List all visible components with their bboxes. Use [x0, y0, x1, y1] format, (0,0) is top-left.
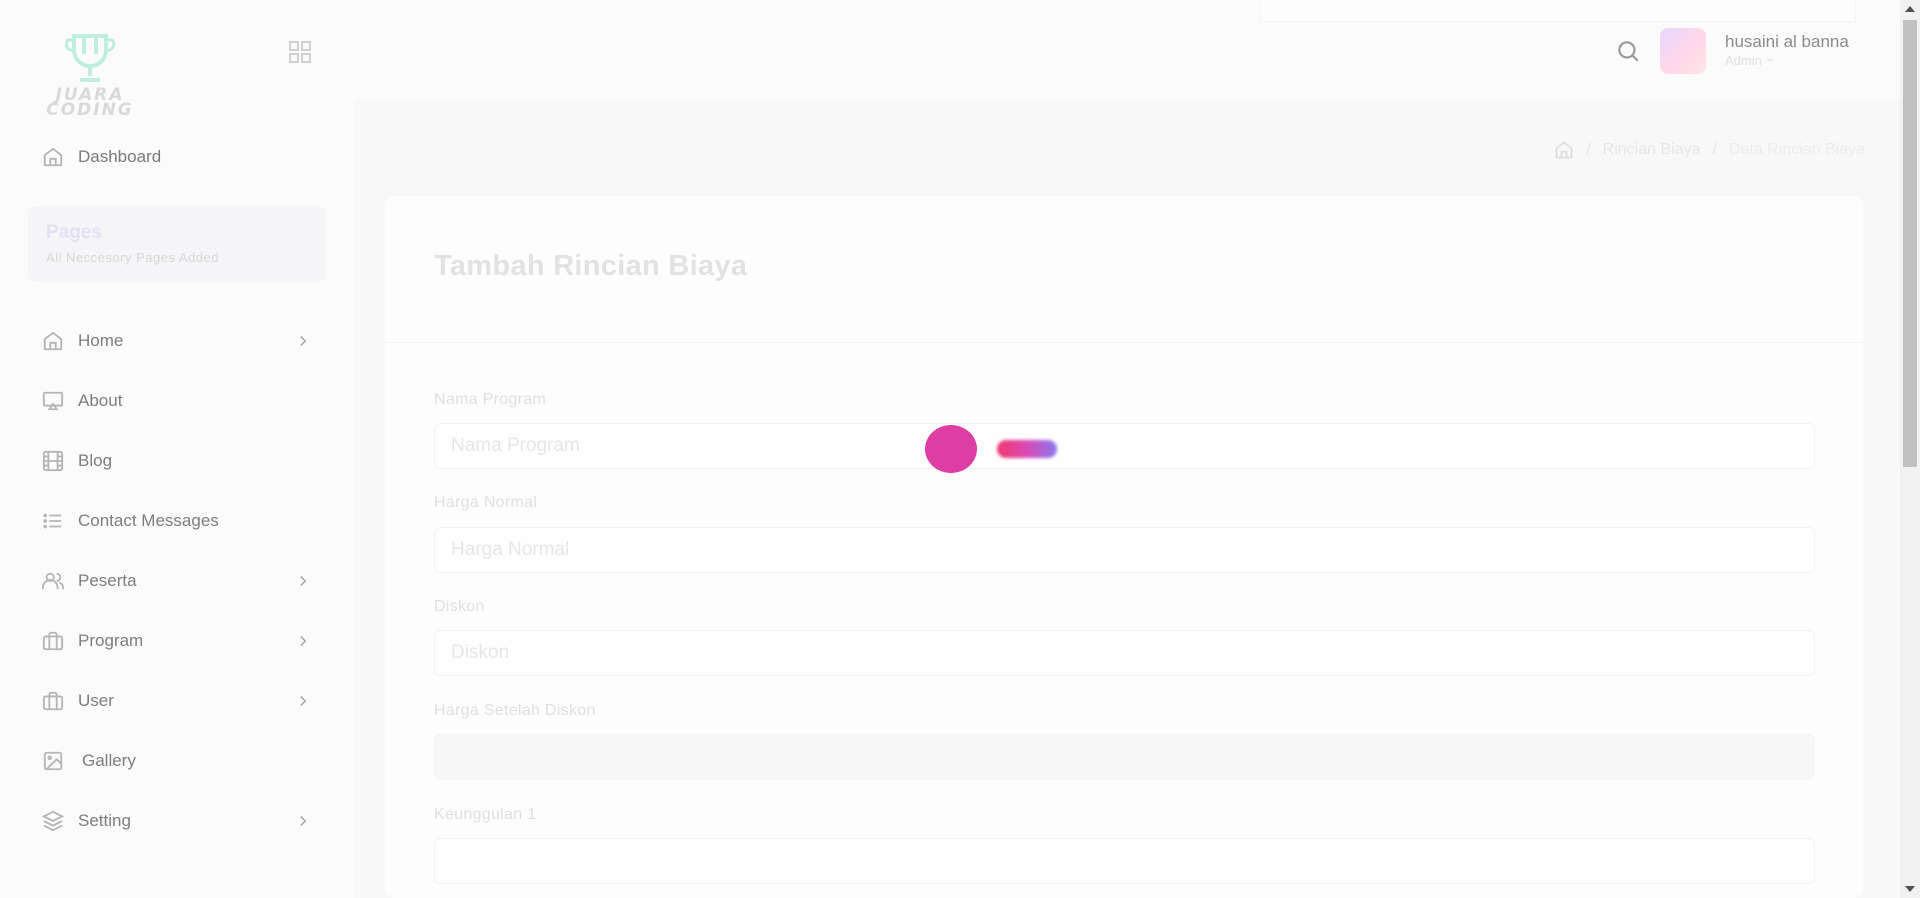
sidebar-item-dashboard[interactable]: Dashboard — [42, 140, 161, 174]
sidebar-item-label: Program — [78, 631, 144, 650]
brand-logo[interactable]: JUARA CODING — [40, 28, 140, 120]
search-icon[interactable] — [1615, 38, 1641, 64]
field-label-keunggulan-1: Keunggulan 1 — [434, 806, 537, 823]
user-role[interactable]: Admin — [1725, 53, 1775, 68]
sidebar-nav: Home About Blog Contact Messages Peserta… — [42, 311, 312, 851]
chevron-right-icon — [300, 815, 307, 827]
sidebar-item-label: Dashboard — [78, 147, 162, 166]
home-icon — [43, 331, 63, 351]
list-icon — [43, 513, 62, 529]
sidebar-item-label: Home — [78, 331, 124, 350]
sidebar-item-blog[interactable]: Blog — [42, 431, 312, 491]
loading-spinner-trail — [997, 440, 1057, 458]
harga-normal-input[interactable] — [434, 527, 1815, 573]
layers-icon — [42, 810, 64, 832]
sidebar-item-label: About — [78, 391, 123, 410]
top-dropdown-shadow — [1260, 0, 1856, 22]
scroll-up-arrow-icon[interactable] — [1905, 6, 1915, 12]
page-title: Tambah Rincian Biaya — [434, 250, 748, 282]
home-icon — [43, 147, 63, 167]
breadcrumb-item-current: Data Rincian Biaya — [1728, 141, 1865, 158]
scrollbar-thumb[interactable] — [1903, 20, 1917, 467]
sidebar-item-gallery[interactable]: Gallery — [42, 731, 312, 791]
breadcrumb: / Rincian Biaya / Data Rincian Biaya — [1554, 140, 1865, 160]
breadcrumb-item[interactable]: Rincian Biaya — [1603, 141, 1701, 159]
harga-setelah-diskon-input[interactable] — [434, 734, 1815, 780]
page-scrollbar[interactable] — [1900, 0, 1920, 898]
breadcrumb-separator: / — [1712, 141, 1717, 158]
nama-program-input[interactable] — [434, 423, 1815, 469]
field-label-harga-normal: Harga Normal — [434, 494, 538, 511]
sidebar-item-label: User — [78, 691, 114, 710]
scroll-down-arrow-icon[interactable] — [1905, 886, 1915, 892]
loading-spinner-ball — [925, 425, 977, 473]
pages-section-subtitle: All Neccesory Pages Added — [46, 250, 219, 265]
sidebar-item-label: Setting — [78, 811, 131, 830]
brand-logo-text: JUARA CODING — [46, 85, 134, 120]
avatar[interactable] — [1660, 28, 1706, 74]
sidebar: JUARA CODING Dashboard Pages All Necceso… — [0, 0, 355, 898]
user-name[interactable]: husaini al banna — [1725, 32, 1849, 52]
field-label-harga-setelah-diskon: Harga Setelah Diskon — [434, 702, 596, 719]
sidebar-item-label: Peserta — [78, 571, 137, 590]
sidebar-item-contact-messages[interactable]: Contact Messages — [42, 491, 312, 551]
field-label-nama-program: Nama Program — [434, 391, 547, 408]
sidebar-item-user[interactable]: User — [42, 671, 312, 731]
sidebar-item-peserta[interactable]: Peserta — [42, 551, 312, 611]
pages-section: Pages All Neccesory Pages Added — [28, 206, 326, 282]
briefcase-icon — [42, 691, 64, 711]
briefcase-icon — [42, 631, 64, 651]
sidebar-item-setting[interactable]: Setting — [42, 791, 312, 851]
home-icon[interactable] — [1554, 140, 1574, 160]
grid-menu-icon[interactable] — [288, 40, 312, 64]
chevron-right-icon — [300, 335, 307, 347]
chevron-right-icon — [300, 695, 307, 707]
users-icon — [42, 572, 64, 590]
keunggulan-1-input[interactable] — [434, 838, 1815, 884]
card-divider — [385, 342, 1863, 343]
airplay-icon — [42, 391, 64, 411]
image-icon — [43, 751, 63, 771]
sidebar-item-about[interactable]: About — [42, 371, 312, 431]
breadcrumb-separator: / — [1586, 141, 1591, 158]
diskon-input[interactable] — [434, 630, 1815, 676]
sidebar-item-home[interactable]: Home — [42, 311, 312, 371]
chevron-right-icon — [300, 575, 307, 587]
film-icon — [42, 450, 64, 472]
user-role-label: Admin — [1725, 53, 1762, 68]
chevron-down-icon — [1767, 58, 1774, 63]
pages-section-title: Pages — [46, 222, 102, 243]
sidebar-item-label: Gallery — [82, 751, 136, 770]
sidebar-item-label: Blog — [78, 451, 113, 470]
sidebar-item-label: Contact Messages — [78, 511, 219, 530]
chevron-right-icon — [300, 635, 307, 647]
trophy-icon — [64, 34, 116, 82]
field-label-diskon: Diskon — [434, 598, 485, 615]
sidebar-item-program[interactable]: Program — [42, 611, 312, 671]
